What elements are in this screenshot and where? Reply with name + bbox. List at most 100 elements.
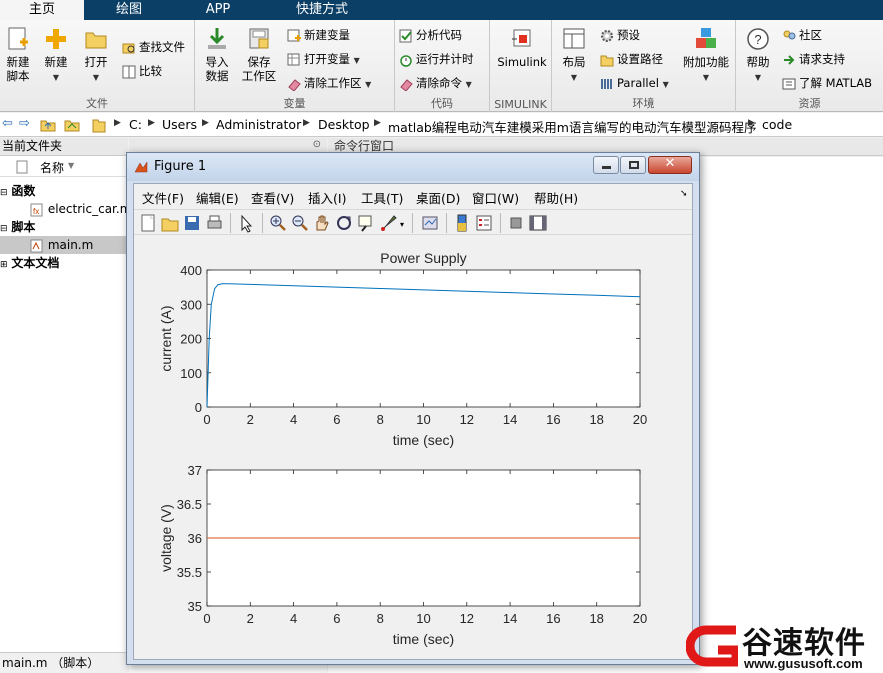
open-variable-label: 打开变量 xyxy=(304,52,350,66)
brush-icon[interactable]: ▾ xyxy=(378,213,406,233)
import-data-button[interactable]: 导入 数据 xyxy=(201,26,233,83)
x-tick-label: 8 xyxy=(377,611,384,626)
breadcrumb-project-folder[interactable]: matlab编程电动汽车建模采用m语言编写的电动汽车模型源码程序 xyxy=(388,117,756,136)
simulink-button[interactable]: Simulink xyxy=(496,26,548,69)
figure-window[interactable]: Figure 1 ✕ 文件(F) 编辑(E) 查看(V) 插入(I) 工具(T)… xyxy=(126,152,700,665)
colorbar-icon[interactable] xyxy=(452,213,472,233)
breadcrumb-separator: ▶ xyxy=(374,118,381,128)
breadcrumb-desktop[interactable]: Desktop xyxy=(318,117,370,132)
run-and-time-button[interactable]: 运行并计时 xyxy=(399,50,474,68)
axes-box xyxy=(206,269,641,408)
print-icon[interactable] xyxy=(204,213,224,233)
analyze-code-button[interactable]: 分析代码 xyxy=(399,26,462,44)
zoom-in-icon[interactable] xyxy=(268,213,288,233)
close-icon: ✕ xyxy=(664,156,676,171)
list-item[interactable]: main.m xyxy=(0,236,128,254)
help-label: 帮助 xyxy=(746,55,770,69)
pan-hand-icon[interactable] xyxy=(312,213,332,233)
clear-commands-button[interactable]: 清除命令 ▼ xyxy=(399,74,472,92)
rotate-3d-icon[interactable] xyxy=(334,213,354,233)
tree-group-scripts[interactable]: ⊟ 脚本 xyxy=(0,218,35,236)
hide-plot-tools-icon[interactable] xyxy=(506,213,526,233)
minimize-button[interactable] xyxy=(593,156,619,174)
legend-icon[interactable] xyxy=(474,213,494,233)
column-name-header[interactable]: 名称 xyxy=(40,159,64,176)
open-file-icon[interactable] xyxy=(160,213,180,233)
tab-plots[interactable]: 绘图 xyxy=(86,0,172,20)
ribbon-section-environment: 布局 ▼ 预设 设置路径 Parallel ▼ 附加功能 ▼ 环境 xyxy=(552,20,736,112)
maximize-button[interactable] xyxy=(620,156,646,174)
file-list-header[interactable]: 名称 ▼ xyxy=(0,157,128,177)
tab-shortcuts[interactable]: 快捷方式 xyxy=(264,0,380,20)
preferences-button[interactable]: 预设 xyxy=(600,26,640,44)
toolbar-separator xyxy=(262,213,263,233)
layout-label: 布局 xyxy=(562,55,586,69)
breadcrumb-drive[interactable]: C: xyxy=(129,117,142,132)
zoom-out-icon[interactable] xyxy=(290,213,310,233)
link-plot-icon[interactable] xyxy=(420,213,440,233)
new-script-button[interactable]: 新建 脚本 xyxy=(2,26,34,83)
request-support-button[interactable]: 请求支持 xyxy=(782,50,845,68)
compare-button[interactable]: 比较 xyxy=(122,62,162,80)
figure-titlebar[interactable]: Figure 1 ✕ xyxy=(127,153,699,181)
x-tick-label: 4 xyxy=(290,412,297,427)
breadcrumb-users[interactable]: Users xyxy=(162,117,197,132)
save-icon[interactable] xyxy=(182,213,202,233)
menu-window[interactable]: 窗口(W) xyxy=(472,188,519,207)
find-files-button[interactable]: 查找文件 xyxy=(122,38,185,56)
new-figure-icon[interactable] xyxy=(138,213,158,233)
up-folder-icon[interactable] xyxy=(40,118,56,132)
data-cursor-icon[interactable] xyxy=(356,213,376,233)
panel-menu-icon[interactable]: ⊙ xyxy=(313,139,321,150)
community-button[interactable]: 社区 xyxy=(782,26,822,44)
tab-apps[interactable]: APP xyxy=(174,0,262,20)
layout-button[interactable]: 布局 ▼ xyxy=(558,26,590,85)
y-tick-label: 36 xyxy=(188,531,202,546)
help-button[interactable]: ? 帮助 ▼ xyxy=(744,26,772,85)
breadcrumb-code[interactable]: code xyxy=(762,117,792,132)
menu-insert[interactable]: 插入(I) xyxy=(308,188,346,207)
open-variable-button[interactable]: 打开变量 ▼ xyxy=(287,50,360,68)
tree-group-text-documents[interactable]: ⊞ 文本文档 xyxy=(0,254,59,272)
x-tick-label: 4 xyxy=(290,611,297,626)
menu-view[interactable]: 查看(V) xyxy=(251,188,294,207)
figure-title: Figure 1 xyxy=(154,159,207,174)
figure-canvas[interactable]: 0 2 4 6 8 10 12 14 16 18 200100200300400time (sec)… xyxy=(134,236,692,660)
pointer-icon[interactable] xyxy=(236,213,256,233)
ribbon-section-resources-label: 资源 xyxy=(798,97,821,110)
tree-group-functions[interactable]: ⊟ 函数 xyxy=(0,182,35,200)
show-plot-tools-icon[interactable] xyxy=(528,213,548,233)
dock-arrow-icon[interactable]: ➘ xyxy=(680,189,688,199)
clear-workspace-button[interactable]: 清除工作区 ▼ xyxy=(287,74,371,92)
menu-desktop[interactable]: 桌面(D) xyxy=(416,188,460,207)
eraser-icon xyxy=(400,78,413,91)
back-arrow-icon[interactable]: ⇦ xyxy=(2,116,13,131)
learn-matlab-button[interactable]: 了解 MATLAB xyxy=(782,74,872,92)
menu-tools[interactable]: 工具(T) xyxy=(361,188,403,207)
forward-arrow-icon[interactable]: ⇨ xyxy=(19,116,30,131)
new-button[interactable]: 新建 ▼ xyxy=(40,26,72,85)
import-label: 导入 数据 xyxy=(205,55,229,83)
list-item[interactable]: fx electric_car.m xyxy=(30,200,131,218)
addons-button[interactable]: 附加功能 ▼ xyxy=(680,26,732,85)
clear-commands-label: 清除命令 xyxy=(416,76,462,90)
menu-edit[interactable]: 编辑(E) xyxy=(196,188,239,207)
breadcrumb-administrator[interactable]: Administrator xyxy=(216,117,301,132)
tab-home[interactable]: 主页 xyxy=(0,0,84,20)
parallel-button[interactable]: Parallel ▼ xyxy=(600,74,669,92)
open-button[interactable]: 打开 ▼ xyxy=(80,26,112,85)
toolbar-separator xyxy=(446,213,447,233)
tree-group-label: 脚本 xyxy=(11,220,36,234)
set-path-button[interactable]: 设置路径 xyxy=(600,50,663,68)
close-button[interactable]: ✕ xyxy=(648,156,692,174)
breadcrumb-separator: ▶ xyxy=(748,118,755,128)
y-axis-label: current (A) xyxy=(158,305,174,371)
browse-folder-icon[interactable] xyxy=(64,118,80,132)
parallel-icon xyxy=(601,78,612,89)
save-workspace-button[interactable]: 保存 工作区 xyxy=(239,26,279,83)
chevron-down-icon: ▼ xyxy=(353,56,360,65)
new-variable-button[interactable]: 新建变量 xyxy=(287,26,350,44)
y-tick-label: 300 xyxy=(180,297,202,312)
menu-file[interactable]: 文件(F) xyxy=(142,188,184,207)
menu-help[interactable]: 帮助(H) xyxy=(534,188,578,207)
